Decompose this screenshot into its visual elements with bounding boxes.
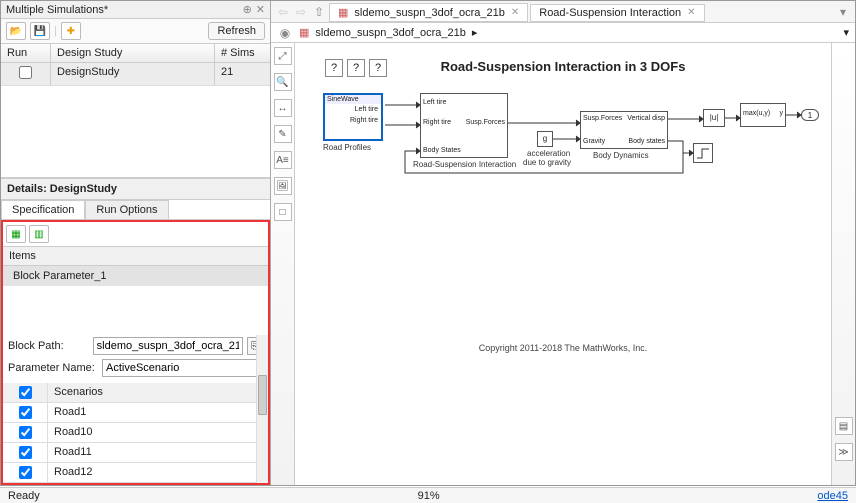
nav-back-icon: ⇦ — [275, 4, 291, 20]
model-icon: ▦ — [299, 26, 309, 39]
scen-check-all[interactable] — [19, 386, 32, 399]
panel-title: Multiple Simulations* — [6, 4, 108, 16]
grid-header: Run Design Study # Sims — [1, 44, 270, 63]
tab-label: sldemo_suspn_3dof_ocra_21b — [354, 7, 504, 19]
col-run: Run — [1, 44, 51, 62]
col-design-study: Design Study — [51, 44, 215, 62]
breadcrumb-dropdown-icon[interactable]: ▾ — [843, 26, 849, 39]
close-tab-icon[interactable]: ✕ — [511, 7, 519, 18]
close-panel-icon[interactable]: ✕ — [256, 3, 265, 16]
breadcrumb-bar: ◉ ▦ sldemo_suspn_3dof_ocra_21b ▸ ▾ — [271, 23, 855, 43]
scenarios-col-header: Scenarios — [48, 383, 268, 402]
nav-fwd-icon: ⇨ — [293, 4, 309, 20]
block-path-label: Block Path: — [8, 340, 89, 352]
add-button[interactable]: ✚ — [61, 22, 81, 40]
scen-check[interactable] — [19, 406, 32, 419]
param-name-input[interactable] — [102, 359, 263, 377]
model-browser-icon[interactable]: ◉ — [277, 25, 293, 41]
scen-row[interactable]: Road10 — [3, 423, 268, 443]
show-panel-button[interactable]: ≫ — [835, 443, 853, 461]
scenario-table: Scenarios Road1 Road10 Road11 — [3, 383, 268, 483]
status-bar: Ready 91% ode45 — [0, 487, 856, 503]
add-param-button[interactable]: ▥ — [29, 225, 49, 243]
scen-label: Road11 — [48, 443, 268, 462]
image-button[interactable]: 🖼 — [274, 177, 292, 195]
scen-label: Road12 — [48, 463, 268, 482]
items-list: Block Parameter_1 — [3, 266, 268, 335]
toggle-arrow-button[interactable]: ↔ — [274, 99, 292, 117]
note-button[interactable]: ✎ — [274, 125, 292, 143]
sim-toolbar: 📂 💾 | ✚ Refresh — [1, 19, 270, 44]
spec-toolbar: ▦ ▥ — [3, 222, 268, 247]
scen-check[interactable] — [19, 426, 32, 439]
scen-row[interactable]: Road12 — [3, 463, 268, 483]
col-sims: # Sims — [215, 44, 270, 62]
sims-count: 21 — [215, 63, 270, 85]
close-tab-icon[interactable]: ✕ — [687, 7, 695, 18]
scen-row[interactable]: Road11 — [3, 443, 268, 463]
scen-check[interactable] — [19, 446, 32, 459]
tab-label: Road-Suspension Interaction — [539, 7, 681, 19]
scen-check[interactable] — [19, 466, 32, 479]
chevron-right-icon: ▸ — [472, 26, 478, 39]
grid-empty-area — [1, 86, 270, 178]
zoom-in-button[interactable]: 🔍 — [274, 73, 292, 91]
document-tabs: ⇦ ⇨ ⇧ ▦ sldemo_suspn_3dof_ocra_21b ✕ Roa… — [271, 1, 855, 23]
run-checkbox[interactable] — [19, 66, 32, 79]
copyright-text: Copyright 2011-2018 The MathWorks, Inc. — [295, 343, 831, 353]
fit-view-button[interactable]: ⤢ — [274, 47, 292, 65]
panel-title-bar: Multiple Simulations* ⊕ ✕ — [1, 1, 270, 19]
open-button[interactable]: 📂 — [6, 22, 26, 40]
scen-row[interactable]: Road1 — [3, 403, 268, 423]
study-name: DesignStudy — [51, 63, 215, 85]
doc-tab-subsystem[interactable]: Road-Suspension Interaction ✕ — [530, 4, 704, 22]
param-name-label: Parameter Name: — [8, 362, 98, 374]
spec-scroll-thumb[interactable] — [258, 375, 267, 415]
canvas-toolbar-left: ⤢ 🔍 ↔ ✎ A≡ 🖼 □ — [271, 43, 295, 485]
details-tabs: Specification Run Options — [1, 200, 270, 220]
solver-link[interactable]: ode45 — [817, 490, 848, 502]
study-row[interactable]: DesignStudy 21 — [1, 63, 270, 86]
items-header: Items — [3, 247, 268, 266]
save-button[interactable]: 💾 — [30, 22, 50, 40]
add-item-button[interactable]: ▦ — [6, 225, 26, 243]
tab-run-options[interactable]: Run Options — [85, 200, 168, 219]
details-header: Details: DesignStudy — [1, 178, 270, 200]
pin-icon[interactable]: ⊕ — [243, 3, 252, 16]
block-path-input[interactable] — [93, 337, 243, 355]
scen-label: Road1 — [48, 403, 268, 422]
library-button[interactable]: ▤ — [835, 417, 853, 435]
item-block-parameter-1[interactable]: Block Parameter_1 — [3, 266, 268, 286]
tab-specification[interactable]: Specification — [1, 200, 85, 219]
toggle-off-button[interactable]: □ — [274, 203, 292, 221]
annotation-button[interactable]: A≡ — [274, 151, 292, 169]
refresh-button[interactable]: Refresh — [208, 22, 265, 40]
model-icon: ▦ — [338, 6, 348, 19]
scen-label: Road10 — [48, 423, 268, 442]
status-ready: Ready — [8, 490, 40, 502]
spec-scrollbar[interactable] — [256, 335, 268, 483]
zoom-percent[interactable]: 91% — [379, 490, 479, 502]
tabs-overflow-icon[interactable]: ▾ — [835, 4, 851, 20]
model-canvas[interactable]: ? ? ? Road-Suspension Interaction in 3 D… — [295, 43, 831, 485]
breadcrumb-model[interactable]: sldemo_suspn_3dof_ocra_21b — [315, 27, 465, 39]
nav-up-icon[interactable]: ⇧ — [311, 4, 327, 20]
doc-tab-model[interactable]: ▦ sldemo_suspn_3dof_ocra_21b ✕ — [329, 3, 528, 22]
specification-panel: ▦ ▥ Items Block Parameter_1 Block Path: … — [1, 220, 270, 485]
